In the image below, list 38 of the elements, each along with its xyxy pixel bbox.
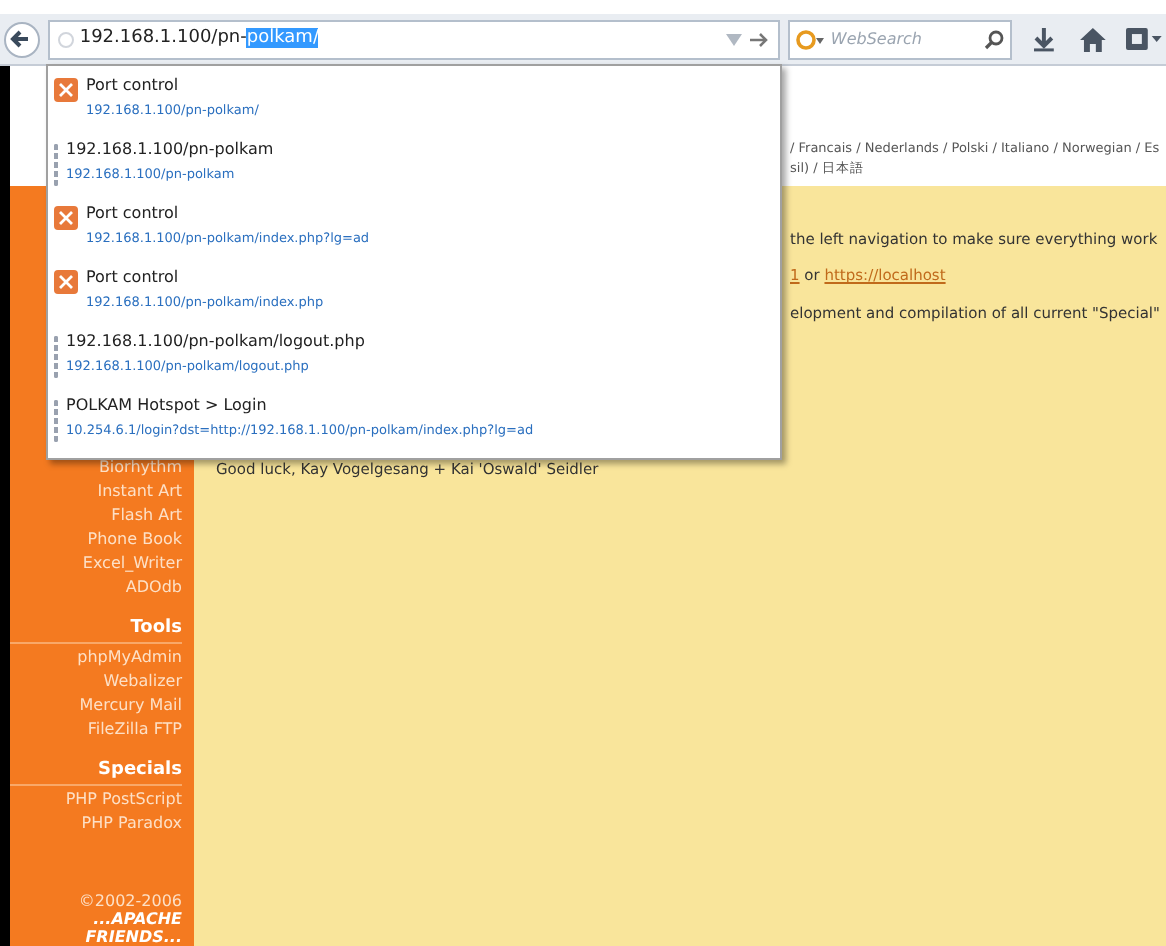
back-button[interactable] bbox=[4, 21, 40, 57]
sidebar-link[interactable]: phpMyAdmin bbox=[77, 646, 182, 670]
suggestion-title: Port control bbox=[86, 202, 181, 226]
sidebar-heading: Tools bbox=[10, 616, 182, 644]
sidebar-link[interactable]: PHP PostScript bbox=[65, 788, 182, 812]
sidebar-link[interactable]: Instant Art bbox=[97, 480, 182, 504]
sidebar-link[interactable]: Mercury Mail bbox=[79, 694, 182, 718]
app-logo-icon bbox=[54, 270, 78, 294]
search-icon[interactable] bbox=[984, 29, 1005, 49]
brand-text: ...APACHE bbox=[93, 910, 182, 928]
home-icon[interactable] bbox=[1080, 27, 1107, 51]
suggestion-title: 192.168.1.100/pn-polkam bbox=[66, 138, 274, 162]
search-input[interactable]: WebSearch bbox=[830, 27, 979, 51]
address-field[interactable]: 192.168.1.100/pn-polkam/ bbox=[47, 19, 781, 59]
sidebar-heading: Specials bbox=[10, 758, 182, 786]
suggestion-title: Port control bbox=[86, 266, 181, 290]
download-icon[interactable] bbox=[1032, 27, 1057, 51]
sidebar-link[interactable]: FileZilla FTP bbox=[87, 718, 182, 742]
go-arrow-icon[interactable] bbox=[750, 31, 771, 47]
app-logo-icon bbox=[54, 78, 78, 102]
sidebar-link[interactable]: Webalizer bbox=[103, 670, 182, 694]
back-arrow-icon bbox=[10, 28, 33, 50]
copyright-text: ©2002-2006 bbox=[78, 892, 182, 910]
suggestion-title: Port control bbox=[86, 74, 181, 98]
sidebar-link[interactable]: Excel_Writer bbox=[82, 552, 182, 576]
suggestion-title: 192.168.1.100/pn-polkam/logout.php bbox=[66, 330, 365, 354]
sidebar-link[interactable]: ADOdb bbox=[125, 576, 182, 600]
search-field[interactable]: WebSearch bbox=[788, 19, 1013, 59]
address-text: 192.168.1.100/pn-polkam/ bbox=[79, 25, 319, 52]
sidebar-link[interactable]: Phone Book bbox=[87, 528, 182, 552]
search-engine-icon[interactable] bbox=[796, 27, 825, 51]
menu-icon[interactable] bbox=[1126, 27, 1162, 51]
sidebar-link[interactable]: PHP Paradox bbox=[81, 812, 182, 836]
sidebar-link[interactable]: Flash Art bbox=[111, 504, 182, 528]
brand-text: FRIENDS... bbox=[85, 928, 182, 946]
suggestion-title: POLKAM Hotspot > Login bbox=[66, 394, 269, 418]
app-logo-icon bbox=[54, 206, 78, 230]
sidebar-link[interactable]: Biorhythm bbox=[98, 456, 182, 480]
